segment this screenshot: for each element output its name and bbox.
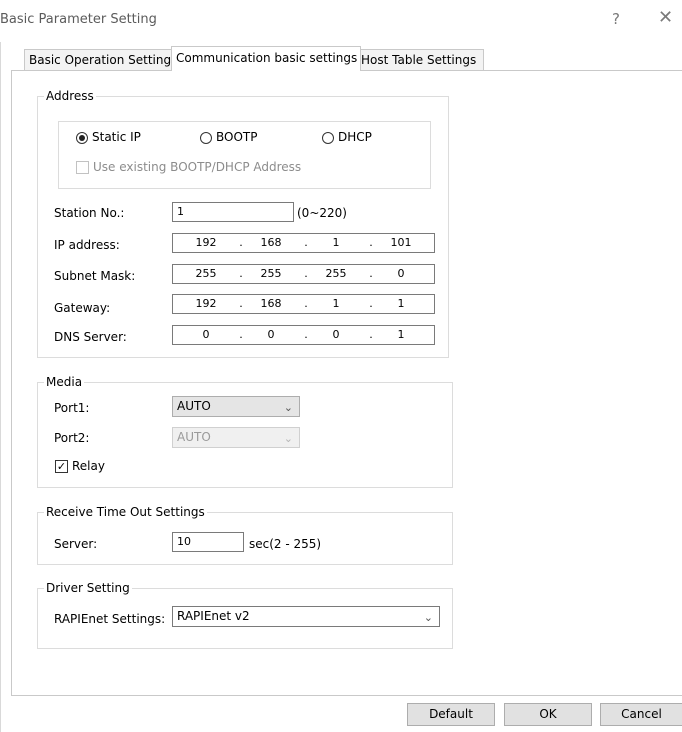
server-timeout-label: Server:: [54, 537, 98, 551]
gateway-input[interactable]: 192 . 168 . 1 . 1: [172, 294, 435, 314]
title-bar: Basic Parameter Setting ? ✕: [0, 0, 682, 42]
cancel-button-label: Cancel: [621, 707, 662, 721]
bootp-label: BOOTP: [216, 130, 258, 144]
ip-octet-4[interactable]: 101: [383, 234, 419, 252]
port1-label: Port1:: [54, 401, 90, 415]
gateway-octet-3[interactable]: 1: [318, 295, 354, 313]
tab-basic-operation[interactable]: Basic Operation Settings: [24, 49, 178, 71]
tab-label: Host Table Settings: [361, 53, 477, 67]
dns-server-label: DNS Server:: [54, 330, 127, 344]
radio-indicator: [200, 132, 212, 144]
port1-select[interactable]: AUTO ⌄: [172, 396, 300, 417]
ip-separator: .: [369, 328, 373, 341]
port2-select[interactable]: AUTO ⌄: [172, 427, 300, 448]
server-timeout-value: 10: [177, 535, 191, 548]
subnet-octet-4[interactable]: 0: [383, 265, 419, 283]
use-existing-address-checkbox[interactable]: Use existing BOOTP/DHCP Address: [76, 160, 316, 176]
tab-label: Basic Operation Settings: [29, 53, 178, 67]
static-ip-radio[interactable]: Static IP: [76, 130, 176, 146]
station-range-text: (0~220): [297, 206, 347, 220]
server-timeout-unit: sec(2 - 255): [249, 537, 322, 551]
checkbox-indicator: [76, 161, 89, 174]
ok-button-label: OK: [539, 707, 557, 721]
chevron-down-icon: ⌄: [283, 401, 293, 414]
dns-server-input[interactable]: 0 . 0 . 0 . 1: [172, 325, 435, 345]
timeout-group-title: Receive Time Out Settings: [44, 505, 207, 519]
use-existing-label: Use existing BOOTP/DHCP Address: [93, 160, 302, 174]
ip-separator: .: [369, 236, 373, 249]
close-icon[interactable]: ✕: [658, 7, 673, 28]
window-title: Basic Parameter Setting: [0, 12, 157, 27]
rapienet-settings-select[interactable]: RAPIEnet v2 ⌄: [172, 606, 440, 627]
chevron-down-icon: ⌄: [283, 432, 293, 445]
ip-octet-2[interactable]: 168: [253, 234, 289, 252]
ip-separator: .: [239, 328, 243, 341]
chevron-down-icon: ⌄: [423, 611, 433, 624]
rapienet-settings-label: RAPIEnet Settings:: [54, 612, 166, 626]
ip-separator: .: [304, 328, 308, 341]
ip-octet-3[interactable]: 1: [318, 234, 354, 252]
static-ip-label: Static IP: [92, 130, 141, 144]
rapienet-settings-value: RAPIEnet v2: [177, 609, 250, 623]
window-border: [0, 42, 1, 732]
gateway-octet-4[interactable]: 1: [383, 295, 419, 313]
ip-separator: .: [369, 297, 373, 310]
default-button[interactable]: Default: [407, 703, 495, 726]
port2-value: AUTO: [177, 430, 211, 444]
relay-checkbox[interactable]: ✓ Relay: [55, 459, 125, 475]
driver-group-title: Driver Setting: [44, 581, 132, 595]
subnet-octet-2[interactable]: 255: [253, 265, 289, 283]
dhcp-radio[interactable]: DHCP: [322, 130, 402, 146]
station-no-value: 1: [177, 205, 184, 218]
ip-separator: .: [304, 297, 308, 310]
gateway-label: Gateway:: [54, 301, 111, 315]
timeout-group: [37, 512, 453, 565]
subnet-octet-1[interactable]: 255: [188, 265, 224, 283]
subnet-mask-input[interactable]: 255 . 255 . 255 . 0: [172, 264, 435, 284]
dns-octet-3[interactable]: 0: [318, 326, 354, 344]
ip-separator: .: [369, 267, 373, 280]
ip-separator: .: [239, 297, 243, 310]
dns-octet-4[interactable]: 1: [383, 326, 419, 344]
port1-value: AUTO: [177, 399, 211, 413]
tab-host-table[interactable]: Host Table Settings: [356, 49, 484, 71]
help-icon[interactable]: ?: [612, 10, 620, 28]
ip-address-label: IP address:: [54, 238, 120, 252]
cancel-button[interactable]: Cancel: [600, 703, 682, 726]
radio-indicator: [322, 132, 334, 144]
ip-separator: .: [239, 236, 243, 249]
media-group-title: Media: [44, 375, 85, 389]
ok-button[interactable]: OK: [504, 703, 592, 726]
station-no-input[interactable]: 1: [172, 202, 294, 222]
port2-label: Port2:: [54, 431, 90, 445]
bootp-radio[interactable]: BOOTP: [200, 130, 290, 146]
subnet-mask-label: Subnet Mask:: [54, 269, 136, 283]
dns-octet-2[interactable]: 0: [253, 326, 289, 344]
station-no-label: Station No.:: [54, 206, 125, 220]
ip-separator: .: [239, 267, 243, 280]
gateway-octet-2[interactable]: 168: [253, 295, 289, 313]
dhcp-label: DHCP: [338, 130, 372, 144]
subnet-octet-3[interactable]: 255: [318, 265, 354, 283]
radio-indicator: [76, 132, 88, 144]
tab-label: Communication basic settings: [176, 51, 358, 65]
server-timeout-input[interactable]: 10: [172, 532, 244, 552]
dns-octet-1[interactable]: 0: [188, 326, 224, 344]
ip-address-input[interactable]: 192 . 168 . 1 . 101: [172, 233, 435, 253]
relay-label: Relay: [72, 459, 105, 473]
default-button-label: Default: [429, 707, 473, 721]
checkmark-icon: ✓: [55, 460, 68, 473]
ip-octet-1[interactable]: 192: [188, 234, 224, 252]
gateway-octet-1[interactable]: 192: [188, 295, 224, 313]
tab-communication-basic[interactable]: Communication basic settings: [171, 46, 361, 71]
address-group-title: Address: [44, 89, 96, 103]
ip-separator: .: [304, 236, 308, 249]
ip-separator: .: [304, 267, 308, 280]
